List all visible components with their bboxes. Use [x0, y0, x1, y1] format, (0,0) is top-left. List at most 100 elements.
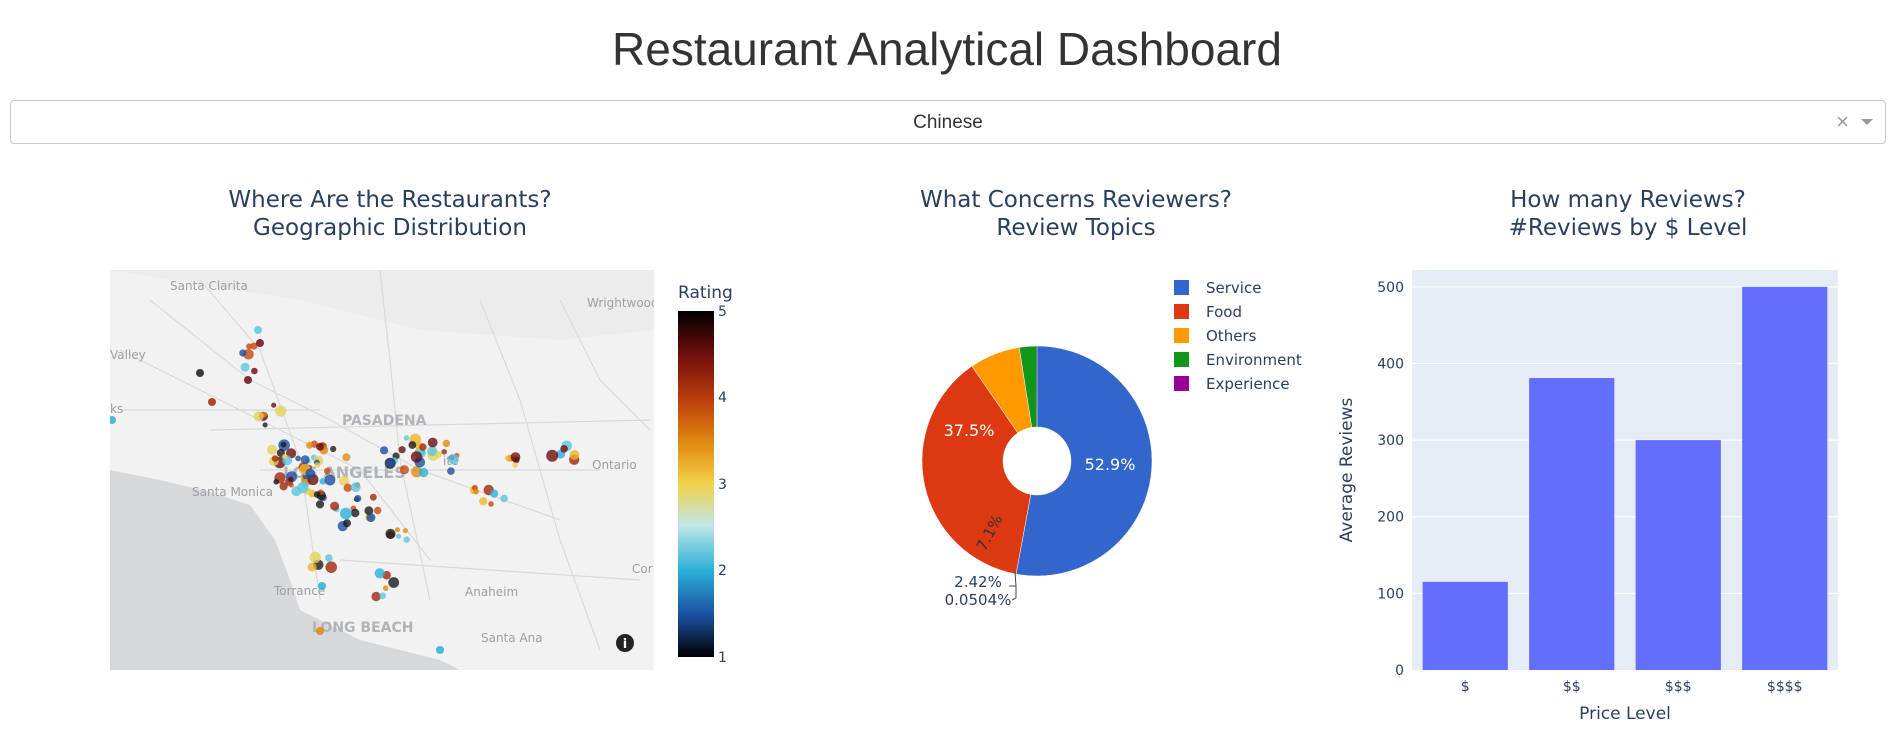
restaurant-marker[interactable] — [208, 398, 216, 406]
restaurant-marker[interactable] — [546, 449, 559, 462]
restaurant-marker[interactable] — [267, 444, 277, 455]
restaurant-marker[interactable] — [398, 446, 406, 454]
restaurant-marker[interactable] — [343, 519, 351, 528]
restaurant-marker[interactable] — [399, 465, 409, 475]
bar-3[interactable] — [1635, 440, 1721, 670]
restaurant-marker[interactable] — [343, 483, 352, 492]
chevron-down-icon[interactable] — [1861, 119, 1873, 125]
restaurant-marker[interactable] — [288, 476, 294, 483]
map-label-valley: Valley — [110, 348, 146, 362]
restaurant-marker[interactable] — [291, 486, 302, 497]
restaurant-marker[interactable] — [324, 467, 331, 475]
restaurant-marker[interactable] — [379, 592, 387, 600]
restaurant-marker[interactable] — [295, 455, 301, 462]
restaurant-marker[interactable] — [410, 451, 423, 463]
restaurant-marker[interactable] — [325, 554, 333, 562]
restaurant-marker[interactable] — [324, 474, 336, 486]
restaurant-marker[interactable] — [473, 488, 479, 495]
restaurant-marker[interactable] — [447, 467, 455, 475]
restaurant-marker[interactable] — [396, 533, 402, 539]
restaurant-marker[interactable] — [256, 339, 264, 347]
restaurant-marker[interactable] — [288, 482, 294, 488]
map-background[interactable]: Santa Clarita Wrightwood Valley ks PASAD… — [108, 270, 659, 670]
restaurant-marker[interactable] — [402, 528, 408, 534]
restaurant-marker[interactable] — [340, 507, 352, 520]
restaurant-marker[interactable] — [316, 442, 324, 451]
restaurant-marker[interactable] — [239, 349, 247, 357]
restaurant-marker[interactable] — [569, 450, 580, 460]
restaurant-marker[interactable] — [342, 453, 351, 462]
restaurant-marker[interactable] — [282, 453, 288, 459]
restaurant-marker[interactable] — [386, 458, 396, 468]
restaurant-marker[interactable] — [418, 467, 429, 478]
restaurant-marker[interactable] — [374, 506, 382, 515]
restaurant-marker[interactable] — [316, 627, 324, 635]
restaurant-marker[interactable] — [512, 462, 518, 469]
restaurant-marker[interactable] — [253, 411, 264, 422]
restaurant-marker[interactable] — [254, 326, 262, 334]
restaurant-marker[interactable] — [403, 536, 410, 543]
restaurant-marker[interactable] — [314, 462, 321, 469]
restaurant-marker[interactable] — [240, 362, 250, 372]
restaurant-marker[interactable] — [196, 369, 204, 377]
restaurant-marker[interactable] — [488, 501, 494, 507]
bar-2[interactable] — [1529, 378, 1615, 670]
restaurant-marker[interactable] — [479, 497, 488, 506]
restaurant-marker[interactable] — [374, 568, 385, 579]
restaurant-marker[interactable] — [395, 527, 400, 533]
restaurant-marker[interactable] — [251, 367, 258, 375]
restaurant-marker[interactable] — [307, 562, 317, 572]
restaurant-marker[interactable] — [490, 489, 499, 498]
restaurant-marker[interactable] — [300, 455, 310, 464]
restaurant-marker[interactable] — [505, 455, 511, 462]
restaurant-marker[interactable] — [435, 451, 442, 459]
bar-4[interactable] — [1742, 286, 1828, 670]
restaurant-marker[interactable] — [318, 582, 326, 590]
restaurant-marker[interactable] — [500, 494, 508, 503]
restaurant-marker[interactable] — [262, 422, 268, 428]
pie-slices[interactable]: 52.9%37.5%7.1%2.42%0.0504% — [921, 345, 1153, 609]
restaurant-marker[interactable] — [371, 591, 381, 602]
clear-icon[interactable]: × — [1836, 109, 1849, 135]
bar-series[interactable] — [1422, 286, 1828, 670]
restaurant-marker[interactable] — [306, 441, 313, 449]
restaurant-marker[interactable] — [366, 513, 376, 523]
restaurant-marker[interactable] — [441, 449, 448, 455]
restaurant-marker[interactable] — [244, 376, 252, 384]
restaurant-marker[interactable] — [560, 445, 568, 453]
colorbar-title: Rating — [678, 283, 733, 303]
restaurant-marker[interactable] — [354, 495, 362, 502]
restaurant-marker[interactable] — [315, 500, 325, 509]
restaurant-marker[interactable] — [448, 454, 459, 465]
map-title-line1: Where Are the Restaurants? — [228, 187, 552, 213]
cuisine-dropdown[interactable]: Chinese × — [10, 100, 1886, 144]
bar-1[interactable] — [1422, 581, 1508, 670]
restaurant-marker[interactable] — [108, 416, 116, 424]
restaurant-marker[interactable] — [419, 443, 427, 451]
restaurant-marker[interactable] — [380, 446, 389, 455]
restaurant-marker[interactable] — [330, 445, 337, 453]
restaurant-marker[interactable] — [385, 528, 396, 540]
restaurant-marker[interactable] — [403, 435, 410, 441]
restaurant-marker[interactable] — [305, 468, 316, 479]
restaurant-marker[interactable] — [271, 402, 277, 408]
restaurant-marker[interactable] — [280, 441, 287, 448]
restaurant-marker[interactable] — [271, 455, 279, 462]
map-label-santa-ana: Santa Ana — [481, 631, 543, 645]
restaurant-marker[interactable] — [330, 501, 340, 511]
restaurant-marker[interactable] — [510, 452, 521, 462]
restaurant-marker[interactable] — [275, 405, 287, 417]
restaurant-marker[interactable] — [350, 482, 361, 493]
restaurant-marker[interactable] — [273, 479, 280, 485]
restaurant-marker[interactable] — [427, 437, 438, 448]
restaurant-marker[interactable] — [388, 577, 400, 588]
restaurant-marker[interactable] — [369, 493, 377, 501]
restaurant-marker[interactable] — [436, 646, 444, 654]
restaurant-marker[interactable] — [408, 441, 417, 449]
restaurant-marker[interactable] — [382, 585, 389, 591]
restaurant-marker[interactable] — [313, 491, 321, 498]
restaurant-marker[interactable] — [309, 551, 321, 563]
restaurant-marker[interactable] — [442, 439, 451, 448]
restaurant-marker[interactable] — [325, 561, 338, 573]
restaurant-marker[interactable] — [351, 508, 360, 518]
